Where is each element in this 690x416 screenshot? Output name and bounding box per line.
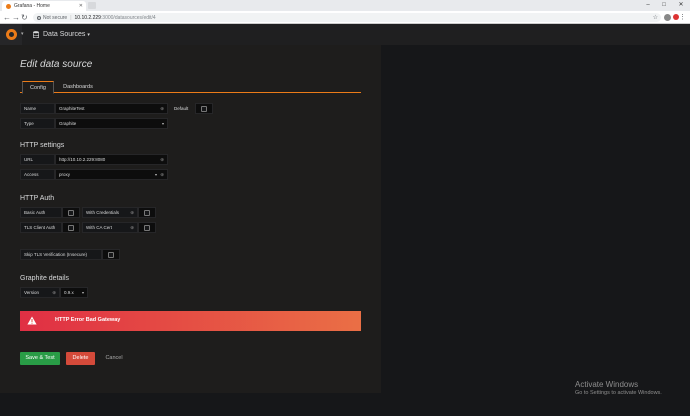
- address-separator: |: [70, 14, 72, 21]
- watermark-subtitle: Go to Settings to activate Windows.: [575, 390, 662, 396]
- basic-auth-label: Basic Auth: [20, 207, 62, 218]
- page-tabs: Config Dashboards: [20, 81, 361, 94]
- window-close-icon[interactable]: ✕: [673, 0, 689, 10]
- name-input[interactable]: GraphiteTest ⊕: [55, 103, 168, 114]
- skip-tls-label: Skip TLS Verification (Insecure): [20, 249, 102, 260]
- activate-windows-watermark: Activate Windows Go to Settings to activ…: [575, 380, 662, 396]
- name-value: GraphiteTest: [59, 106, 85, 111]
- info-icon[interactable]: i: [37, 15, 41, 20]
- with-credentials-checkbox-cell[interactable]: [138, 207, 156, 218]
- breadcrumb-caret-icon: ▾: [87, 31, 90, 38]
- watermark-title: Activate Windows: [575, 380, 639, 389]
- type-label: Type: [20, 118, 55, 129]
- with-ca-cert-checkbox[interactable]: [144, 225, 150, 231]
- version-text: Version: [24, 290, 40, 295]
- basic-auth-checkbox[interactable]: [68, 210, 74, 216]
- name-label: Name: [20, 103, 55, 114]
- grafana-logo-icon[interactable]: [0, 24, 22, 45]
- http-auth-heading: HTTP Auth: [20, 195, 55, 202]
- url-host: 10.10.2.229: [74, 14, 101, 21]
- with-ca-cert-text: With CA Cert: [86, 225, 113, 230]
- with-ca-cert-checkbox-cell[interactable]: [138, 222, 156, 233]
- alert-text: HTTP Error Bad Gateway: [55, 317, 121, 323]
- graphite-details-heading: Graphite details: [20, 275, 70, 282]
- access-value: proxy: [59, 172, 71, 177]
- maximize-icon[interactable]: □: [656, 0, 672, 10]
- version-info-icon[interactable]: ⊕: [52, 288, 56, 298]
- with-ca-cert-info-icon[interactable]: ⊕: [130, 223, 134, 233]
- tls-client-auth-checkbox-cell[interactable]: [62, 222, 80, 233]
- grafana-favicon-icon: [6, 3, 11, 9]
- with-credentials-text: With Credentials: [86, 210, 120, 215]
- tls-client-auth-label: TLS Client Auth: [20, 222, 62, 233]
- access-chevron-down-icon: ▾: [154, 172, 157, 177]
- tls-client-auth-checkbox[interactable]: [68, 225, 74, 231]
- type-select[interactable]: Graphite ▾: [55, 118, 168, 129]
- url-info-icon[interactable]: ⊕: [160, 155, 164, 165]
- skip-tls-checkbox-cell[interactable]: [102, 249, 120, 260]
- breadcrumb-label: Data Sources: [43, 31, 86, 38]
- tab-title: Grafana - Home: [14, 3, 50, 9]
- default-checkbox[interactable]: [201, 106, 207, 112]
- skip-tls-checkbox[interactable]: [108, 252, 114, 258]
- version-label: Version ⊕: [20, 287, 60, 298]
- database-icon: [33, 31, 39, 38]
- error-alert: HTTP Error Bad Gateway: [20, 311, 361, 331]
- with-credentials-info-icon[interactable]: ⊕: [130, 208, 134, 218]
- access-info-icon[interactable]: ⊕: [160, 170, 164, 180]
- browser-toolbar: ← → ↻ i Not secure | 10.10.2.229 :3000/d…: [0, 11, 690, 24]
- version-value: 0.9.x: [64, 290, 74, 295]
- extension-icon[interactable]: [664, 14, 671, 21]
- url-input[interactable]: http://10.10.2.229:8080 ⊕: [55, 154, 168, 165]
- with-ca-cert-label: With CA Cert ⊕: [82, 222, 138, 233]
- empty-area: [381, 45, 690, 416]
- reload-icon[interactable]: ↻: [21, 13, 28, 22]
- with-credentials-checkbox[interactable]: [144, 210, 150, 216]
- with-credentials-label: With Credentials ⊕: [82, 207, 138, 218]
- http-settings-heading: HTTP settings: [20, 142, 65, 149]
- url-label: URL: [20, 154, 55, 165]
- access-label: Access: [20, 169, 55, 180]
- bookmark-star-icon[interactable]: ☆: [653, 14, 658, 21]
- browser-tabstrip: Grafana - Home ✕ – □ ✕: [0, 0, 690, 11]
- back-icon[interactable]: ←: [3, 13, 11, 22]
- logo-caret-icon[interactable]: ▾: [21, 31, 24, 37]
- page-title: Edit data source: [20, 59, 93, 70]
- save-test-button[interactable]: Save & Test: [20, 352, 60, 365]
- browser-menu-icon[interactable]: ⋮: [679, 13, 686, 21]
- edit-datasource-page: Edit data source Config Dashboards Name …: [0, 45, 381, 393]
- tab-config[interactable]: Config: [22, 81, 54, 94]
- close-tab-icon[interactable]: ✕: [79, 3, 83, 9]
- browser-tab[interactable]: Grafana - Home ✕: [2, 1, 86, 11]
- basic-auth-checkbox-cell[interactable]: [62, 207, 80, 218]
- delete-button[interactable]: Delete: [66, 352, 95, 365]
- forward-icon[interactable]: →: [12, 13, 20, 22]
- not-secure-label: Not secure: [43, 14, 68, 21]
- access-select[interactable]: proxy ▾ ⊕: [55, 169, 168, 180]
- type-value: Graphite: [59, 121, 77, 126]
- cancel-link[interactable]: Cancel: [101, 352, 127, 365]
- minimize-icon[interactable]: –: [640, 0, 656, 10]
- address-bar[interactable]: i Not secure | 10.10.2.229 :3000/datasou…: [33, 13, 661, 22]
- default-checkbox-cell[interactable]: [195, 103, 213, 114]
- url-path: :3000/datasources/edit/4: [100, 14, 156, 21]
- name-info-icon[interactable]: ⊕: [160, 104, 164, 114]
- version-chevron-down-icon: ▾: [81, 290, 84, 295]
- breadcrumb[interactable]: Data Sources ▾: [33, 29, 90, 40]
- warning-icon: [27, 316, 37, 325]
- url-value: http://10.10.2.229:8080: [59, 157, 106, 162]
- version-select[interactable]: 0.9.x ▾: [60, 287, 88, 298]
- grafana-navbar: ▾ Data Sources ▾: [0, 24, 690, 45]
- new-tab-button[interactable]: [88, 2, 96, 9]
- type-chevron-down-icon: ▾: [161, 121, 164, 126]
- default-label: Default: [174, 106, 189, 111]
- tab-dashboards[interactable]: Dashboards: [58, 81, 98, 93]
